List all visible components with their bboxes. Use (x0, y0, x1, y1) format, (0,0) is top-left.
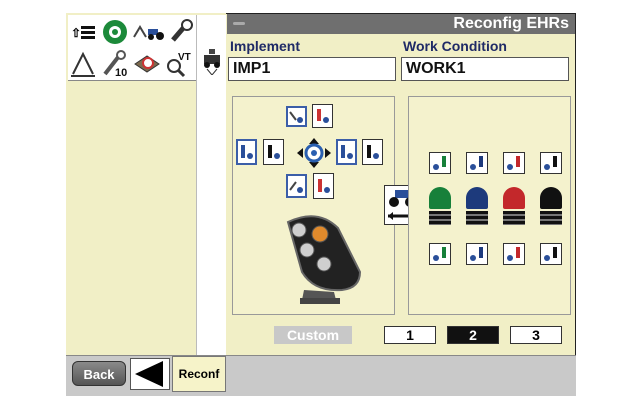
vt-column (196, 15, 226, 355)
joystick-assign-left-inner[interactable] (263, 139, 284, 165)
ehr-lever-black[interactable] (540, 187, 562, 225)
tractor-implement-icon[interactable] (132, 17, 166, 47)
grip-handle[interactable] (233, 22, 245, 25)
pattern-button-3[interactable]: 3 (510, 326, 562, 344)
svg-text:VT: VT (178, 52, 191, 63)
book-clock-icon[interactable] (132, 49, 162, 79)
ehr-extend-tag-4[interactable] (540, 152, 562, 174)
ehr-lever-blue[interactable] (466, 187, 488, 225)
tab-reconf[interactable]: Reconf (172, 356, 226, 392)
wrench-10-icon[interactable]: 10 (100, 49, 130, 79)
tractor-lock-icon (201, 49, 223, 80)
ehr-extend-tag-3[interactable] (503, 152, 525, 174)
green-gear-icon[interactable] (100, 17, 130, 47)
vt-search-icon[interactable]: VT (164, 49, 194, 79)
work-condition-label: Work Condition (403, 38, 507, 54)
wrench-chain-icon[interactable] (166, 17, 196, 47)
joystick-assign-top-right[interactable] (312, 104, 333, 128)
pattern-button-2[interactable]: 2 (447, 326, 499, 344)
joystick-assign-right-outer[interactable] (362, 139, 383, 165)
left-arrow-button[interactable] (130, 358, 170, 390)
joystick-assign-right-inner[interactable] (336, 139, 357, 165)
ehr-retract-tag-1[interactable] (429, 243, 451, 265)
joystick-assign-left-outer[interactable] (236, 139, 257, 165)
ehr-extend-tag-2[interactable] (466, 152, 488, 174)
page-title: Reconfig EHRs (453, 15, 569, 32)
left-arrow-icon (135, 361, 163, 387)
direction-pad-icon[interactable] (294, 136, 334, 175)
back-button[interactable]: Back (72, 361, 126, 386)
sort-list-icon[interactable]: ⇧ (68, 17, 98, 47)
svg-text:10: 10 (115, 67, 127, 78)
implement-field[interactable]: IMP1 (228, 57, 396, 81)
pattern-button-1[interactable]: 1 (384, 326, 436, 344)
work-condition-field[interactable]: WORK1 (401, 57, 569, 81)
ehr-lever-red[interactable] (503, 187, 525, 225)
ehr-lever-green[interactable] (429, 187, 451, 225)
ehr-retract-tag-3[interactable] (503, 243, 525, 265)
joystick-assign-bottom-right[interactable] (313, 173, 334, 199)
joystick-assign-bottom-left[interactable] (286, 174, 307, 198)
custom-button[interactable]: Custom (274, 326, 352, 344)
joystick-assign-top-left[interactable] (286, 106, 307, 127)
implement-label: Implement (230, 38, 301, 54)
tractor-hitch-icon[interactable] (68, 49, 98, 79)
joystick-graphic (278, 212, 368, 313)
window-header: Reconfig EHRs (227, 14, 575, 34)
ehr-retract-tag-2[interactable] (466, 243, 488, 265)
ehr-retract-tag-4[interactable] (540, 243, 562, 265)
svg-text:⇧: ⇧ (71, 26, 81, 40)
ehr-extend-tag-1[interactable] (429, 152, 451, 174)
